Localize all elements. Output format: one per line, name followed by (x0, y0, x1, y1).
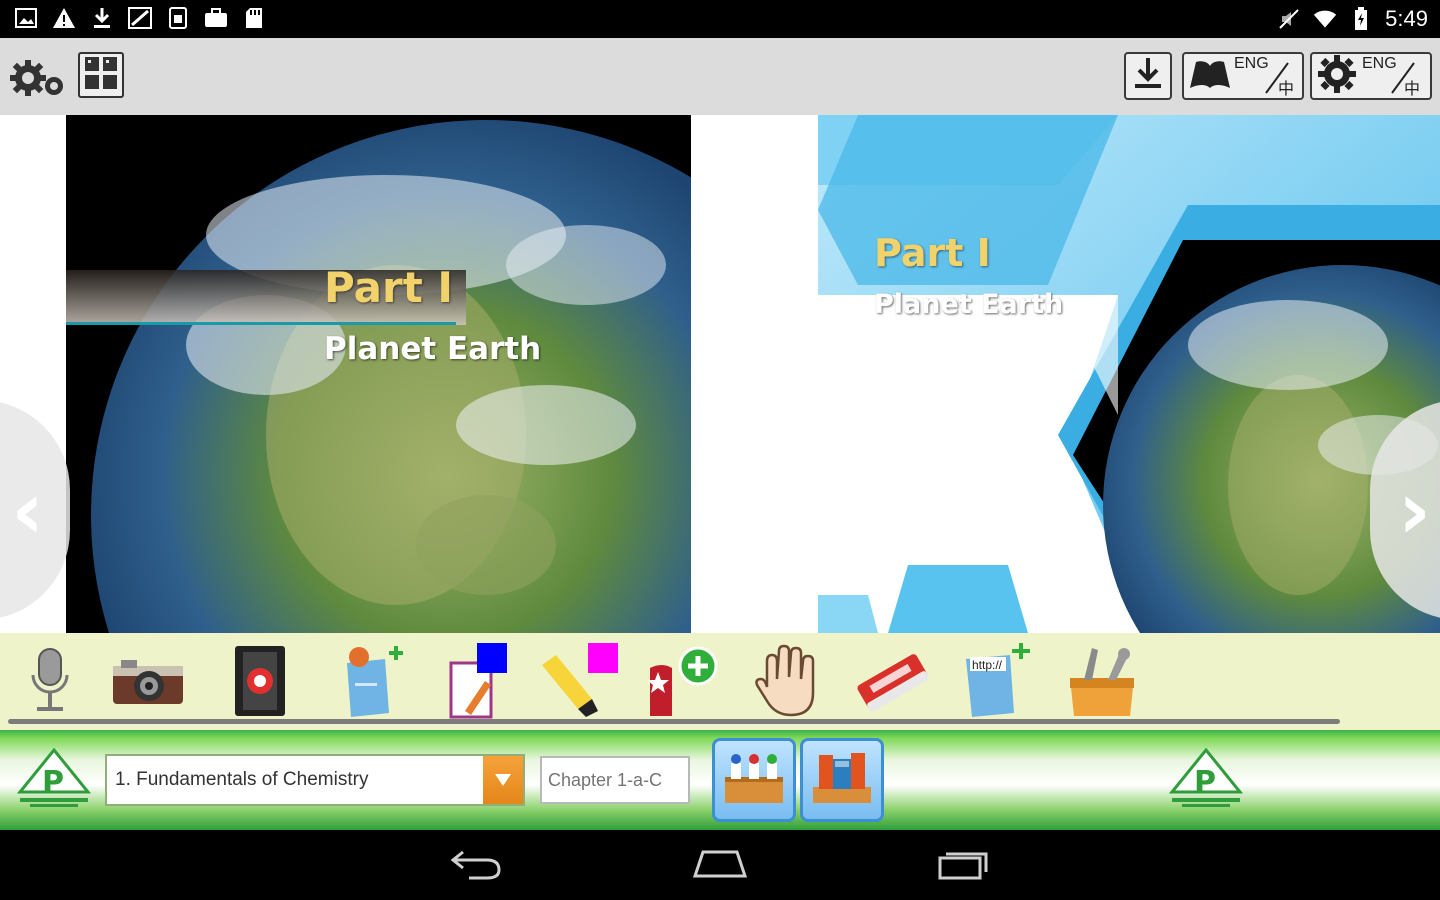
download-icon (90, 6, 114, 30)
download-button[interactable] (1124, 52, 1172, 100)
sim-icon (166, 6, 190, 30)
highlighter-icon (538, 641, 622, 725)
app-bar: P 1. Fundamentals of Chemistry P (0, 730, 1440, 830)
status-bar: 5:49 (0, 0, 1440, 38)
settings-lang-chi: 中 (1404, 79, 1421, 98)
chevron-right-icon: › (1398, 463, 1431, 557)
microphone-tool[interactable] (10, 643, 90, 723)
right-page[interactable]: Part I Planet Earth (818, 115, 1440, 633)
settings-language-button[interactable]: ENG 中 (1310, 52, 1432, 100)
briefcase-icon (204, 6, 228, 30)
hand-tool[interactable] (748, 643, 828, 723)
eraser-icon (852, 644, 932, 722)
status-right-icons: 5:49 (1277, 6, 1428, 32)
status-left-icons (14, 6, 266, 30)
grid-view-button[interactable] (78, 52, 124, 98)
book-view[interactable]: Part I Planet Earth Part I Planet Earth … (0, 115, 1440, 633)
video-tool[interactable] (220, 643, 300, 723)
grid-icon (83, 55, 119, 95)
chevron-down-icon[interactable] (483, 756, 523, 804)
top-toolbar: ENG 中 ENG 中 (0, 38, 1440, 115)
sd-card-icon (242, 6, 266, 30)
home-button[interactable] (690, 846, 750, 886)
toolbox-tool[interactable] (1062, 643, 1142, 723)
svg-text:P: P (1194, 765, 1216, 800)
camera-icon (111, 654, 185, 712)
gears-icon (8, 60, 68, 104)
left-part-subtitle: Planet Earth (324, 331, 542, 367)
add-note-tool[interactable] (332, 643, 412, 723)
wifi-icon (1313, 7, 1337, 31)
chapter-input[interactable] (540, 756, 690, 804)
settings-button[interactable] (8, 56, 68, 100)
hexagon-earth-image (818, 115, 1440, 633)
screenshot-icon (128, 6, 152, 30)
hand-icon (753, 643, 823, 723)
toolbox-icon (1062, 642, 1142, 724)
svg-text:P: P (42, 765, 64, 800)
books-icon (809, 749, 875, 811)
pen-color-icon (445, 641, 515, 725)
right-part-subtitle: Planet Earth (874, 289, 1064, 320)
camera-tool[interactable] (108, 643, 188, 723)
mute-icon (1277, 7, 1301, 31)
publisher-logo-right[interactable]: P (1168, 747, 1244, 810)
book-icon (1188, 56, 1232, 96)
publisher-logo-left[interactable]: P (16, 747, 92, 810)
status-time: 5:49 (1385, 6, 1428, 31)
bookmark-add-icon (642, 642, 722, 724)
video-icon (231, 644, 289, 722)
chapter-select[interactable]: 1. Fundamentals of Chemistry (105, 754, 525, 806)
link-add-icon: http:// (960, 643, 1036, 723)
tools-bar: http:// (0, 633, 1440, 730)
recents-button[interactable] (934, 846, 994, 886)
image-icon (14, 6, 38, 30)
highlighter-tool[interactable] (540, 643, 620, 723)
book-lang-chi: 中 (1278, 79, 1295, 98)
earth-image (66, 115, 691, 633)
battery-icon (1349, 7, 1373, 31)
books-button[interactable] (800, 738, 884, 822)
download-icon (1131, 54, 1165, 98)
right-part-title: Part I (874, 231, 991, 275)
home-icon (691, 848, 749, 884)
microphone-icon (25, 645, 75, 721)
color-pen-tool[interactable] (440, 643, 520, 723)
bookshelf-button[interactable] (712, 738, 796, 822)
left-part-title: Part I (324, 263, 454, 312)
bookshelf-icon (721, 749, 787, 811)
back-icon (449, 848, 503, 884)
warning-icon (52, 6, 76, 30)
add-bookmark-tool[interactable] (642, 643, 722, 723)
chevron-left-icon: ‹ (11, 463, 44, 557)
svg-text:http://: http:// (972, 658, 1003, 672)
gear-icon (1316, 53, 1358, 99)
left-page[interactable]: Part I Planet Earth (66, 115, 691, 633)
add-link-tool[interactable]: http:// (958, 643, 1038, 723)
recents-icon (936, 848, 992, 884)
book-language-button[interactable]: ENG 中 (1182, 52, 1304, 100)
system-nav-bar (0, 830, 1440, 900)
previous-page-button[interactable]: ‹ (0, 400, 70, 620)
chapter-select-value: 1. Fundamentals of Chemistry (115, 769, 369, 790)
back-button[interactable] (446, 846, 506, 886)
eraser-tool[interactable] (852, 643, 932, 723)
tools-divider (8, 719, 1340, 724)
note-add-icon (337, 643, 407, 723)
